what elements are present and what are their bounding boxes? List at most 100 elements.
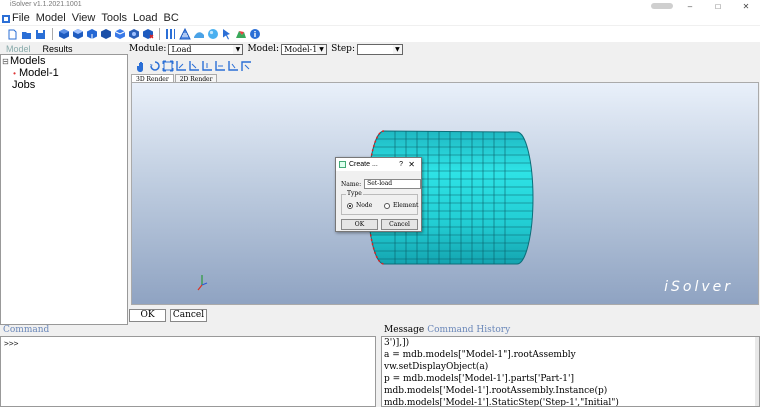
- radio-empty-icon: [384, 202, 390, 209]
- message-line: a = mdb.models["Model-1"].rootAssembly: [384, 350, 576, 360]
- rotate-view-icon[interactable]: [149, 60, 161, 72]
- view-bottom-icon[interactable]: [214, 60, 226, 72]
- pointer-select-icon[interactable]: [220, 28, 233, 41]
- name-input[interactable]: Set-load: [364, 179, 422, 189]
- module-label: Module:: [129, 44, 167, 54]
- dialog-ok-button[interactable]: OK: [341, 219, 378, 230]
- assembly-cube-icon[interactable]: [71, 28, 84, 41]
- menu-model[interactable]: Model: [33, 12, 69, 25]
- create-set-dialog: Create ... ? ✕ Name: Set-load Type Node …: [335, 157, 422, 232]
- message-line: vw.setDisplayObject(a): [384, 362, 489, 372]
- view-iso-icon[interactable]: [240, 60, 252, 72]
- tab-command-history[interactable]: Command History: [427, 325, 510, 335]
- part-cube-icon[interactable]: [57, 28, 70, 41]
- pan-hand-icon[interactable]: [136, 60, 148, 72]
- translate-cube-icon[interactable]: [113, 28, 126, 41]
- radio-element[interactable]: Element: [384, 202, 418, 209]
- info-icon[interactable]: [248, 28, 261, 41]
- instance-cube-icon[interactable]: [99, 28, 112, 41]
- view-left-icon[interactable]: [227, 60, 239, 72]
- command-input[interactable]: >>>: [0, 336, 376, 407]
- module-bar: Module: Load ▼ Model: Model-1 ▼ Step: ▼: [129, 42, 760, 56]
- step-select[interactable]: ▼: [356, 43, 403, 55]
- message-line: 3')],]): [384, 338, 410, 348]
- dialog-app-icon: [339, 161, 346, 168]
- module-select[interactable]: Load ▼: [168, 43, 244, 55]
- view-top-icon[interactable]: [201, 60, 213, 72]
- save-icon[interactable]: [34, 28, 47, 41]
- type-group: Type Node Element: [341, 190, 418, 215]
- model-label: Model:: [247, 44, 280, 54]
- main-toolbar: [0, 26, 760, 42]
- fit-view-icon[interactable]: [162, 60, 174, 72]
- new-file-icon[interactable]: [6, 28, 19, 41]
- bottom-buttons: OK Cancel: [129, 309, 211, 322]
- menu-tools[interactable]: Tools: [98, 12, 130, 25]
- surface-icon[interactable]: [192, 28, 205, 41]
- message-tabs: Message Command History: [384, 325, 513, 335]
- app-icon: [2, 14, 10, 23]
- message-scrollbar[interactable]: [755, 337, 759, 406]
- mesh-cube-icon[interactable]: [85, 28, 98, 41]
- shell-section-icon[interactable]: [178, 28, 191, 41]
- view-toolbar: [136, 59, 253, 72]
- menu-bar: File Model View Tools Load BC: [0, 12, 760, 25]
- rotate-cube-icon[interactable]: [127, 28, 140, 41]
- message-log[interactable]: 3')],]) a = mdb.models["Model-1"].rootAs…: [381, 336, 760, 407]
- name-row: Name: Set-load: [341, 179, 422, 189]
- radio-node[interactable]: Node: [347, 202, 372, 209]
- colormap-icon[interactable]: [234, 28, 247, 41]
- tree-item-jobs[interactable]: Jobs: [1, 79, 127, 91]
- menu-file[interactable]: File: [12, 12, 33, 25]
- tab-command[interactable]: Command: [3, 325, 49, 335]
- tree-item-models[interactable]: ⊟Models: [1, 55, 127, 67]
- model-select[interactable]: Model-1 ▼: [281, 43, 328, 55]
- vertical-bars-icon[interactable]: [164, 28, 177, 41]
- ok-button[interactable]: OK: [129, 309, 166, 322]
- message-line: mdb.models['Model-1'].rootAssembly.Insta…: [384, 386, 608, 396]
- minimize-icon[interactable]: –: [676, 0, 704, 12]
- menu-load[interactable]: Load: [130, 12, 160, 25]
- type-group-label: Type: [346, 190, 363, 197]
- dialog-title-bar[interactable]: Create ... ? ✕: [336, 158, 421, 171]
- close-icon[interactable]: ✕: [408, 158, 415, 171]
- message-line: p = mdb.models['Model-1'].parts['Part-1'…: [384, 374, 575, 384]
- window-title: iSolver v1.1.2021.1001: [10, 1, 82, 8]
- menu-bc[interactable]: BC: [161, 12, 182, 25]
- cancel-button[interactable]: Cancel: [170, 309, 207, 322]
- cylinder-model[interactable]: [132, 83, 759, 305]
- tab-model[interactable]: Model: [0, 44, 37, 54]
- model-tree-panel: Model Results ⊟Models • Model-1 Jobs: [0, 42, 128, 325]
- collapse-icon[interactable]: ⊟: [1, 56, 10, 68]
- radio-selected-icon: [347, 202, 353, 209]
- chevron-down-icon: ▼: [392, 44, 402, 54]
- render-viewport[interactable]: iSolver: [131, 82, 759, 305]
- view-back-icon[interactable]: [188, 60, 200, 72]
- help-icon[interactable]: ?: [399, 158, 403, 171]
- tree-item-model-1[interactable]: • Model-1: [1, 67, 127, 79]
- command-prompt: >>>: [4, 339, 19, 348]
- window-pill-button[interactable]: [648, 0, 676, 12]
- model-tree: ⊟Models • Model-1 Jobs: [0, 54, 128, 325]
- maximize-icon[interactable]: □: [704, 0, 732, 12]
- window-controls: – □ ✕: [648, 0, 760, 12]
- left-panel-tabs: Model Results: [0, 42, 128, 54]
- brand-watermark: iSolver: [664, 279, 733, 295]
- coordinate-triad: [197, 275, 208, 291]
- chevron-down-icon: ▼: [233, 44, 243, 54]
- delete-cube-icon[interactable]: [141, 28, 154, 41]
- view-front-icon[interactable]: [175, 60, 187, 72]
- tab-results[interactable]: Results: [37, 44, 79, 54]
- menu-view[interactable]: View: [69, 12, 99, 25]
- dialog-cancel-button[interactable]: Cancel: [381, 219, 418, 230]
- close-icon[interactable]: ✕: [732, 0, 760, 12]
- open-folder-icon[interactable]: [20, 28, 33, 41]
- chevron-down-icon: ▼: [317, 44, 327, 54]
- tab-message[interactable]: Message: [384, 325, 424, 335]
- name-label: Name:: [341, 180, 362, 188]
- step-label: Step:: [331, 44, 355, 54]
- message-line: mdb.models['Model-1'].StaticStep('Step-1…: [384, 398, 619, 407]
- title-bar: iSolver v1.1.2021.1001 – □ ✕: [0, 0, 760, 12]
- dialog-title: Create ...: [349, 161, 378, 168]
- sphere-icon[interactable]: [206, 28, 219, 41]
